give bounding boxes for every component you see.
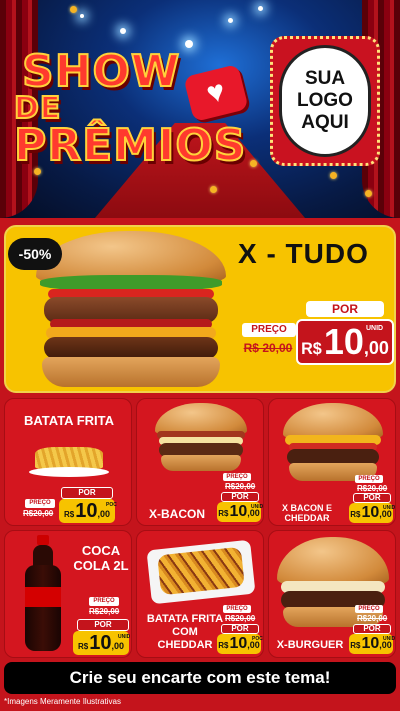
- currency: R$: [350, 641, 361, 650]
- fries-image: [29, 439, 109, 477]
- stage-light: [80, 14, 84, 18]
- preco-label: PREÇO: [355, 475, 383, 483]
- unit-label: UNID: [251, 504, 264, 510]
- x-tudo-burger-image: [36, 231, 226, 391]
- stage-light: [258, 6, 263, 11]
- old-price: R$ 20,00: [243, 341, 293, 355]
- preco-label: PREÇO: [223, 473, 251, 481]
- product-name: X-BACON: [149, 507, 205, 521]
- product-card-x-bacon-cheddar[interactable]: X BACON E CHEDDAR PREÇO R$20,00 POR R$ 1…: [268, 398, 396, 526]
- por-label: POR: [306, 301, 384, 317]
- price-int: 10: [89, 632, 112, 654]
- old-price: R$20,00: [225, 482, 256, 491]
- unit-label: POC: [106, 502, 117, 508]
- price-int: 10: [75, 500, 98, 522]
- coin-confetti: [70, 6, 77, 13]
- por-label: POR: [221, 492, 259, 502]
- product-card-batata-cheddar[interactable]: BATATA FRITA COM CHEDDAR PREÇO R$20,00 P…: [136, 530, 264, 658]
- product-card-batata-frita[interactable]: BATATA FRITA PREÇO R$20,00 POR R$ 10 ,00…: [4, 398, 132, 526]
- coca-cola-bottle-image: [23, 535, 63, 653]
- logo-circle: SUA LOGO AQUI: [279, 45, 371, 157]
- hero-banner: SHOW DE PRÊMIOS ♥ SUA LOGO AQUI: [0, 0, 400, 218]
- por-label: POR: [61, 487, 113, 499]
- por-label: POR: [353, 493, 391, 503]
- preco-label: PREÇO: [25, 499, 55, 508]
- product-name: BATATA FRITA COM CHEDDAR: [146, 613, 224, 651]
- stage-light: [185, 40, 193, 48]
- old-price: R$20,00: [23, 509, 54, 518]
- price-int: 10: [229, 503, 248, 520]
- price-int: 10: [361, 635, 380, 652]
- cta-banner[interactable]: Crie seu encarte com este tema!: [4, 662, 396, 694]
- old-price: R$20,00: [225, 614, 256, 623]
- preco-label: PREÇO: [89, 597, 119, 606]
- show-de-premios-title: SHOW DE PRÊMIOS: [13, 49, 284, 171]
- old-price: R$20,00: [357, 614, 388, 623]
- stage-light: [120, 28, 126, 34]
- x-bacon-cheddar-burger-image: [283, 403, 383, 483]
- currency: R$: [350, 510, 361, 519]
- x-bacon-burger-image: [155, 403, 247, 473]
- logo-text-2: LOGO: [297, 90, 353, 111]
- currency: R$: [301, 340, 322, 358]
- product-card-coca-cola[interactable]: COCA COLA 2L PREÇO R$20,00 POR R$ 10 ,00…: [4, 530, 132, 658]
- featured-product-name: X - TUDO: [238, 238, 369, 269]
- por-label: POR: [77, 619, 129, 631]
- discount-badge: -50%: [8, 238, 62, 270]
- featured-price-tag: POR PREÇO R$ 20,00 R$ 10 ,00 UNID: [238, 301, 394, 371]
- logo-text-3: AQUI: [301, 112, 349, 133]
- stage-light: [228, 18, 233, 23]
- preco-label: PREÇO: [242, 323, 296, 337]
- por-label: POR: [353, 624, 391, 634]
- cheddar-fries-image: [146, 539, 256, 605]
- currency: R$: [78, 642, 89, 651]
- por-label: POR: [221, 624, 259, 634]
- coin-confetti: [330, 172, 337, 179]
- product-name: COCA COLA 2L: [73, 543, 129, 573]
- product-card-x-burguer[interactable]: X-BURGUER PREÇO R$20,00 POR R$ 10 ,00 UN…: [268, 530, 396, 658]
- logo-text-1: SUA: [304, 68, 346, 89]
- logo-placeholder[interactable]: SUA LOGO AQUI: [270, 36, 380, 166]
- disclaimer-text: *Imagens Meramente Ilustrativas: [4, 697, 121, 706]
- preco-label: PREÇO: [223, 605, 251, 613]
- preco-label: PREÇO: [355, 605, 383, 613]
- old-price: R$20,00: [357, 484, 388, 493]
- unit-label: UNID: [118, 634, 131, 640]
- unit-label: UNID: [366, 325, 384, 332]
- currency: R$: [218, 641, 229, 650]
- price-int: 10: [323, 321, 364, 362]
- product-card-x-bacon[interactable]: X-BACON PREÇO R$20,00 POR R$ 10 ,00 UNID: [136, 398, 264, 526]
- currency: R$: [218, 509, 229, 518]
- product-name: X-BURGUER: [276, 639, 344, 651]
- coin-confetti: [365, 190, 372, 197]
- unit-label: POC: [252, 636, 263, 642]
- price-int: 10: [229, 635, 248, 652]
- unit-label: UNID: [383, 505, 396, 511]
- product-name: BATATA FRITA: [23, 413, 114, 428]
- old-price: R$20,00: [89, 607, 120, 616]
- coin-confetti: [210, 186, 217, 193]
- title-line-premios: PRÊMIOS: [13, 120, 247, 171]
- unit-label: UNID: [383, 636, 396, 642]
- price-cents: ,00: [363, 338, 389, 358]
- price-int: 10: [361, 504, 380, 521]
- currency: R$: [64, 510, 75, 519]
- product-name: X BACON E CHEDDAR: [281, 503, 332, 523]
